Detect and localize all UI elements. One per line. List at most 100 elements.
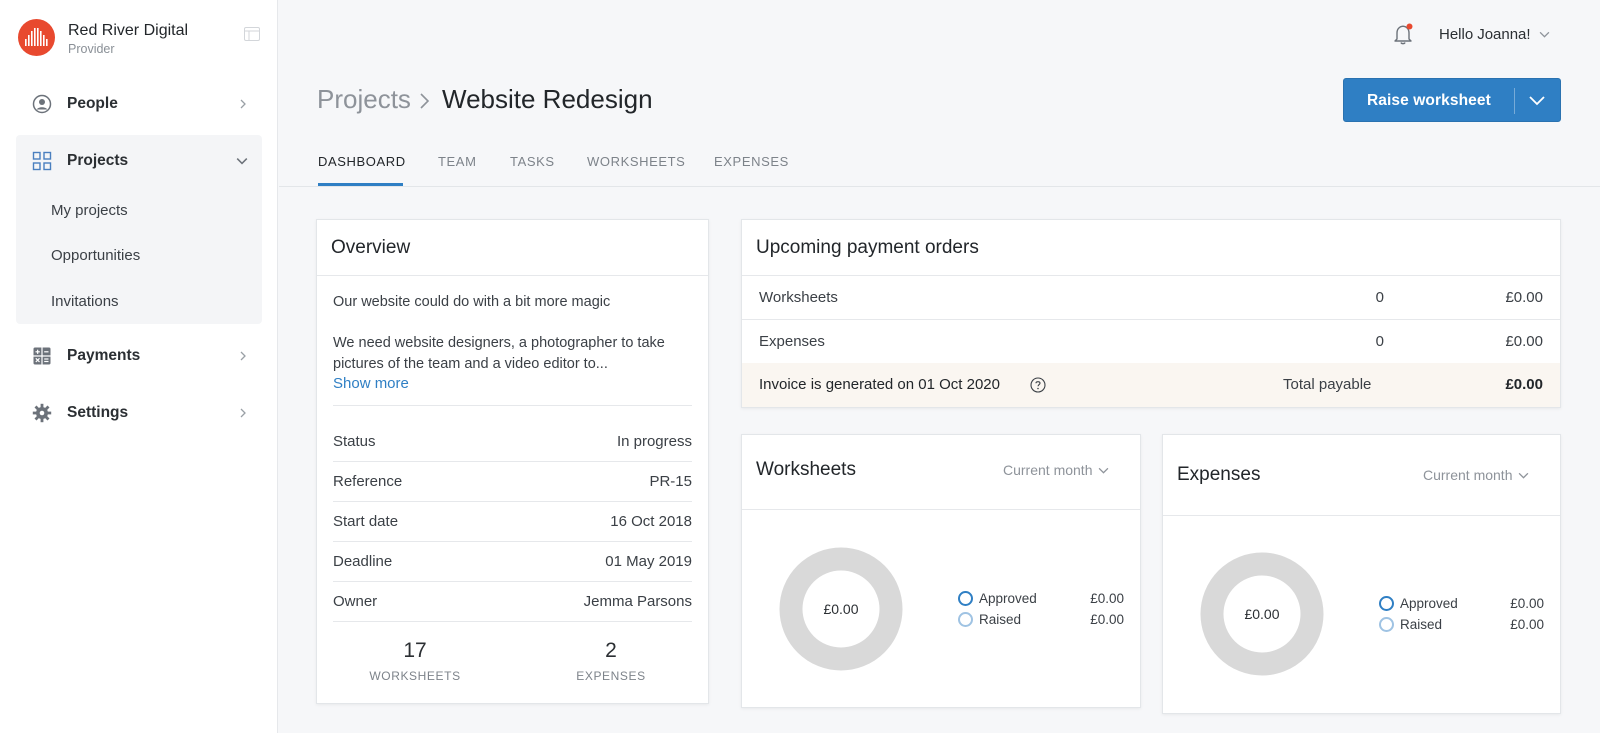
divider xyxy=(317,275,708,276)
raise-worksheet-button[interactable]: Raise worksheet xyxy=(1343,78,1561,122)
worksheets-summary-card: Worksheets Current month £0.00 Approved … xyxy=(741,434,1141,708)
payment-orders-title: Upcoming payment orders xyxy=(756,237,979,258)
payment-row-amount: £0.00 xyxy=(1505,333,1543,350)
deadline-value: 01 May 2019 xyxy=(605,553,692,570)
payment-row-label: Worksheets xyxy=(759,289,838,306)
detail-label: Reference xyxy=(333,473,403,490)
sidebar-subitem-invitations[interactable]: Invitations xyxy=(51,293,119,310)
page-title: Website Redesign xyxy=(442,84,653,114)
user-circle-icon xyxy=(32,94,52,114)
question-circle-icon[interactable] xyxy=(1030,377,1046,393)
period-select-value: Current month xyxy=(1003,462,1093,478)
tab-expenses[interactable]: EXPENSES xyxy=(714,154,789,169)
payment-row-count: 0 xyxy=(1375,333,1384,350)
total-payable-amount: £0.00 xyxy=(1505,376,1543,393)
brand-name: Red River Digital xyxy=(68,22,189,39)
sidebar-item-people[interactable]: People xyxy=(16,84,262,124)
chevron-right-icon xyxy=(420,93,430,109)
breadcrumb-parent[interactable]: Projects xyxy=(317,84,411,115)
payment-row-label: Expenses xyxy=(759,333,825,350)
owner-value: Jemma Parsons xyxy=(583,593,692,610)
overview-card: Overview Our website could do with a bit… xyxy=(316,219,709,704)
sidebar-item-label: People xyxy=(67,95,118,112)
chevron-down-icon[interactable] xyxy=(1528,93,1546,109)
worksheets-summary-title: Worksheets xyxy=(756,459,856,480)
calculator-icon xyxy=(33,347,51,365)
period-select-value: Current month xyxy=(1423,467,1513,483)
expenses-count-label: EXPENSES xyxy=(576,669,646,683)
tab-team[interactable]: TEAM xyxy=(438,154,477,169)
project-description: We need website designers, a photographe… xyxy=(333,335,665,372)
legend-value: £0.00 xyxy=(1510,596,1544,611)
chevron-down-icon xyxy=(1519,472,1529,479)
sidebar-subitem-my-projects[interactable]: My projects xyxy=(51,202,128,219)
project-summary: Our website could do with a bit more mag… xyxy=(333,294,611,310)
active-tab-indicator xyxy=(318,183,403,186)
sidebar-subitem-opportunities[interactable]: Opportunities xyxy=(51,247,140,264)
chevron-down-icon xyxy=(236,158,248,165)
status-value: In progress xyxy=(616,433,692,450)
detail-label: Status xyxy=(333,433,376,450)
sidebar-item-label: Settings xyxy=(67,404,129,421)
divider xyxy=(333,501,692,502)
period-select[interactable]: Current month xyxy=(1423,467,1529,483)
layout-switch-icon[interactable] xyxy=(244,27,260,41)
detail-label: Owner xyxy=(333,593,378,610)
legend-label: Approved xyxy=(1400,596,1458,611)
sidebar-item-settings[interactable]: Settings xyxy=(16,393,262,433)
chevron-right-icon xyxy=(240,99,246,109)
divider xyxy=(333,621,692,622)
donut-center-value: £0.00 xyxy=(823,601,859,617)
payment-orders-card: Upcoming payment orders Worksheets 0 £0.… xyxy=(741,219,1561,408)
sidebar-item-projects[interactable]: Projects xyxy=(16,141,262,181)
payment-row-amount: £0.00 xyxy=(1505,289,1543,306)
divider xyxy=(742,275,1560,276)
legend-label: Raised xyxy=(1400,617,1443,632)
legend-marker-raised xyxy=(1379,617,1394,632)
overview-title: Overview xyxy=(331,237,411,258)
chevron-right-icon xyxy=(240,351,246,361)
button-divider xyxy=(1514,88,1515,114)
period-select[interactable]: Current month xyxy=(1003,462,1109,478)
start-date-value: 16 Oct 2018 xyxy=(610,513,692,530)
chevron-down-icon xyxy=(1539,31,1549,38)
worksheets-count: 17 xyxy=(403,639,427,662)
legend-label: Approved xyxy=(979,591,1037,606)
divider xyxy=(742,509,1140,510)
brand-switcher[interactable]: Red River Digital Provider xyxy=(18,19,260,59)
legend-marker-raised xyxy=(958,612,973,627)
divider xyxy=(333,461,692,462)
brand-role: Provider xyxy=(68,42,115,56)
sidebar-item-label: Payments xyxy=(67,347,141,364)
reference-value: PR-15 xyxy=(649,473,692,490)
user-menu[interactable]: Hello Joanna! xyxy=(1439,26,1550,43)
total-payable-label: Total payable xyxy=(1283,376,1372,393)
bell-icon[interactable] xyxy=(1393,22,1415,46)
expenses-summary-title: Expenses xyxy=(1177,464,1261,485)
show-more-link[interactable]: Show more xyxy=(333,375,409,392)
legend-value: £0.00 xyxy=(1090,591,1124,606)
legend-value: £0.00 xyxy=(1510,617,1544,632)
detail-label: Deadline xyxy=(333,553,393,570)
worksheets-count-label: WORKSHEETS xyxy=(369,669,461,683)
divider xyxy=(1163,515,1560,516)
logo-icon xyxy=(18,19,55,56)
tab-worksheets[interactable]: WORKSHEETS xyxy=(587,154,685,169)
total-payable-row: Invoice is generated on 01 Oct 2020 Tota… xyxy=(742,363,1560,407)
chevron-down-icon xyxy=(1099,467,1109,474)
divider xyxy=(742,319,1560,320)
legend-marker-approved xyxy=(958,591,973,606)
tab-dashboard[interactable]: DASHBOARD xyxy=(318,154,406,169)
gear-icon xyxy=(32,403,52,423)
sidebar-item-payments[interactable]: Payments xyxy=(16,336,262,376)
tab-tasks[interactable]: TASKS xyxy=(510,154,555,169)
divider xyxy=(333,405,692,406)
expenses-summary-card: Expenses Current month £0.00 Approved £0… xyxy=(1162,434,1561,714)
grid-icon xyxy=(32,151,52,171)
donut-center-value: £0.00 xyxy=(1244,606,1280,622)
payment-row-count: 0 xyxy=(1375,289,1384,306)
tab-bar: DASHBOARD TEAM TASKS WORKSHEETS EXPENSES xyxy=(279,146,1600,187)
chevron-right-icon xyxy=(240,408,246,418)
user-name: Joanna! xyxy=(1477,26,1531,43)
expenses-count: 2 xyxy=(605,639,617,662)
